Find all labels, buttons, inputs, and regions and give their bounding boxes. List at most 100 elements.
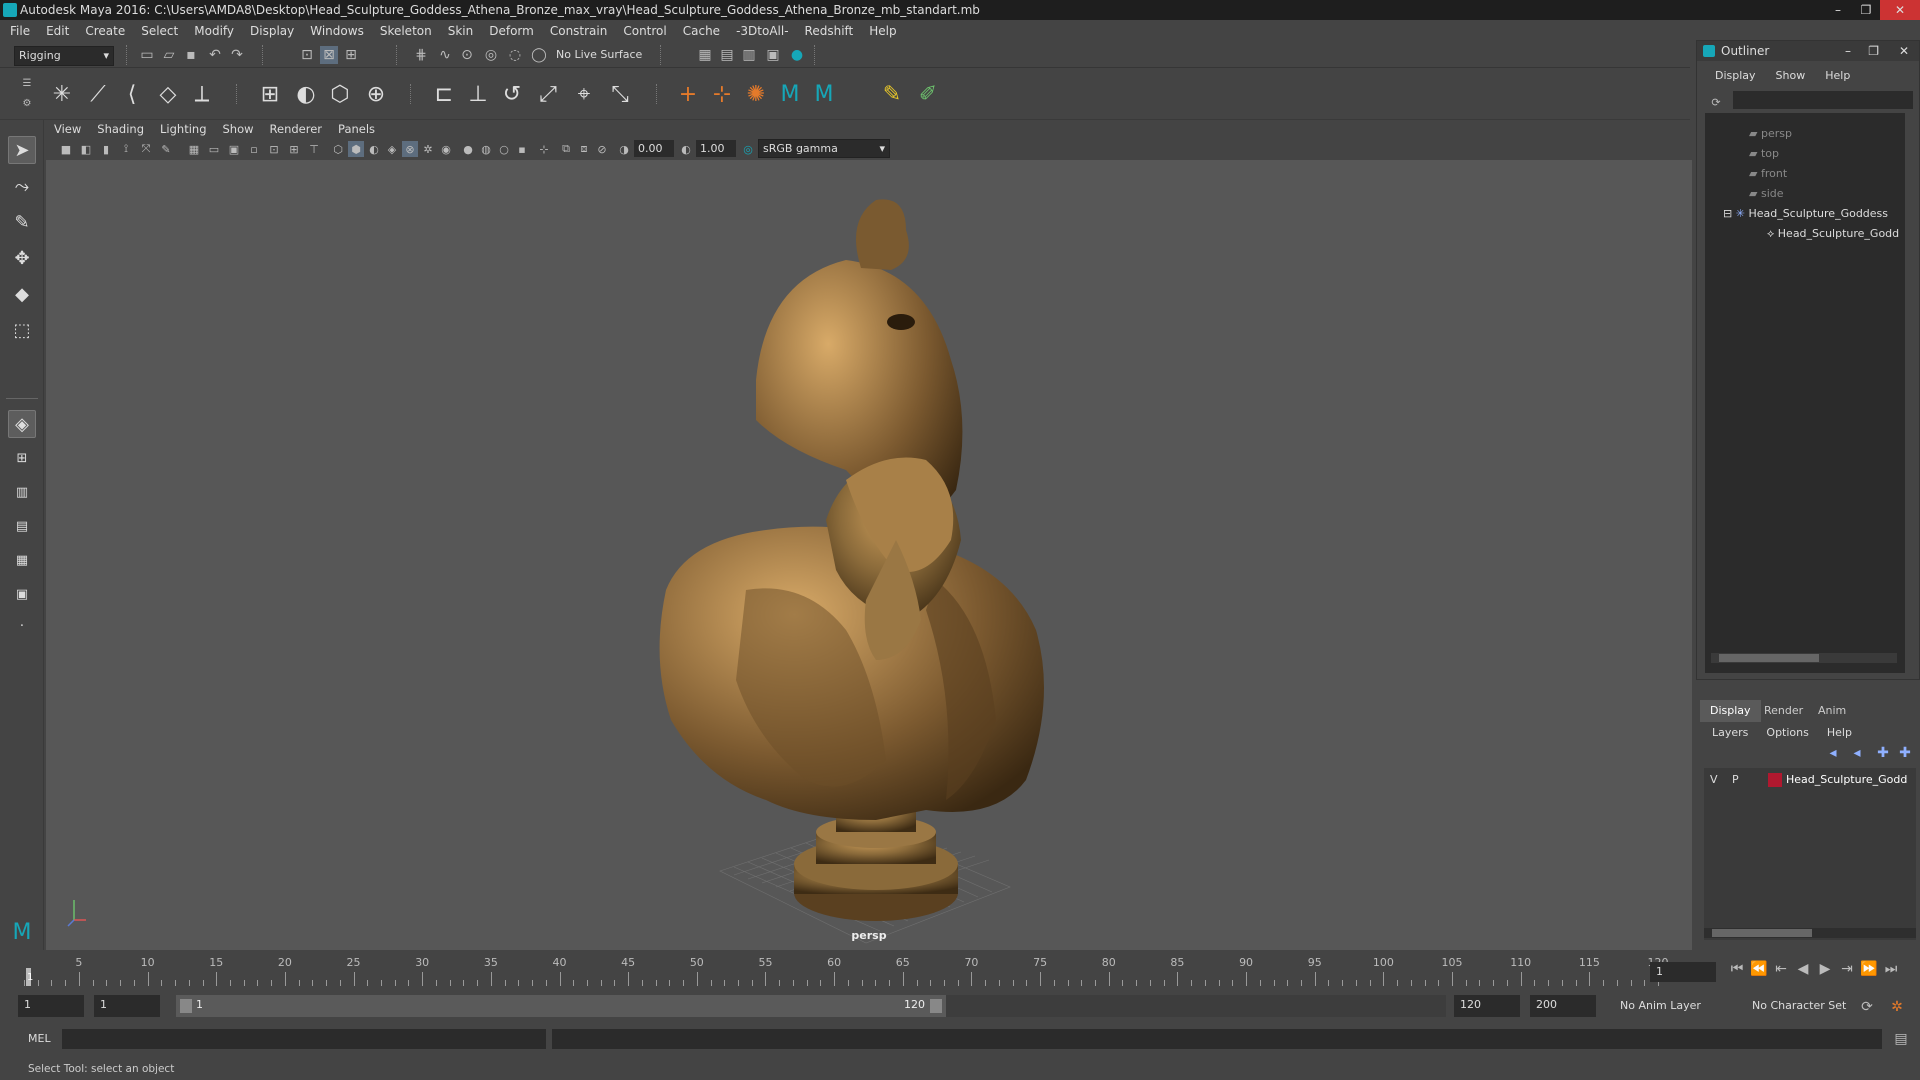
safe-action-icon[interactable]: ⊞: [286, 141, 302, 157]
panel-menu-show[interactable]: Show: [223, 122, 254, 136]
layer-hscrollbar[interactable]: [1704, 928, 1916, 938]
multisample-icon[interactable]: ◍: [478, 141, 494, 157]
paint-weights-icon[interactable]: ✎: [876, 78, 908, 110]
layer-color-swatch[interactable]: [1768, 773, 1782, 787]
exposure-field[interactable]: 0.00: [634, 140, 674, 157]
outliner-close-button[interactable]: ✕: [1899, 41, 1909, 61]
screen-space-ao-icon[interactable]: ◉: [438, 141, 454, 157]
cluster-icon[interactable]: ⊕: [360, 78, 392, 110]
go-to-end-icon[interactable]: ⏭: [1882, 960, 1900, 978]
outliner-menu-display[interactable]: Display: [1715, 69, 1756, 82]
safe-title-icon[interactable]: ⊤: [306, 141, 322, 157]
make-live-icon[interactable]: ◯: [530, 46, 548, 64]
color-management-icon[interactable]: ◎: [740, 141, 756, 157]
grid-icon[interactable]: ▦: [186, 141, 202, 157]
menu-skin[interactable]: Skin: [448, 24, 474, 38]
hik-character-icon[interactable]: M: [808, 78, 840, 110]
move-layer-down-icon[interactable]: ◂: [1848, 744, 1866, 762]
mel-label[interactable]: MEL: [28, 1032, 51, 1045]
snap-grid-icon[interactable]: ⋕: [412, 46, 430, 64]
2d-pan-zoom-icon[interactable]: ⤧: [138, 141, 154, 157]
outliner-item-persp[interactable]: ▰ persp: [1749, 127, 1792, 140]
custom-layout-icon[interactable]: ·: [8, 612, 36, 640]
textured-icon[interactable]: ◈: [384, 141, 400, 157]
outliner-item-mesh[interactable]: ⟡ Head_Sculpture_Godd: [1767, 227, 1899, 241]
animation-start-field[interactable]: 1: [18, 995, 84, 1017]
lattice-icon[interactable]: ⬡: [324, 78, 356, 110]
layer-menu-layers[interactable]: Layers: [1712, 726, 1748, 739]
step-forward-key-icon[interactable]: ⏩: [1860, 960, 1878, 978]
command-input[interactable]: [62, 1029, 546, 1049]
grease-pencil-icon[interactable]: ✎: [158, 141, 174, 157]
image-plane-icon[interactable]: ⟟: [118, 141, 134, 157]
new-layer-selected-icon[interactable]: ✚: [1896, 744, 1914, 762]
gamma-field[interactable]: 1.00: [696, 140, 736, 157]
wireframe-on-shaded-icon[interactable]: ◐: [366, 141, 382, 157]
tab-render[interactable]: Render: [1754, 700, 1813, 722]
orient-constraint-icon[interactable]: ↺: [496, 78, 528, 110]
character-set-dropdown[interactable]: No Character Set: [1752, 997, 1872, 1015]
snap-view-icon[interactable]: ◎: [482, 46, 500, 64]
playback-end-field[interactable]: 120: [1454, 995, 1520, 1017]
xray-active-icon[interactable]: ⧈: [576, 141, 592, 157]
parent-constraint-icon[interactable]: ⊏: [428, 78, 460, 110]
menu-display[interactable]: Display: [250, 24, 294, 38]
xray-joints-icon[interactable]: ⧉: [558, 141, 574, 157]
menu-modify[interactable]: Modify: [194, 24, 234, 38]
film-gate-icon[interactable]: ▭: [206, 141, 222, 157]
menu-help[interactable]: Help: [869, 24, 896, 38]
outliner-item-group[interactable]: ⊟ ✳ Head_Sculpture_Goddess: [1723, 207, 1888, 220]
graph-layout-icon[interactable]: ▤: [8, 512, 36, 540]
paint-select-tool-icon[interactable]: ✎: [8, 208, 36, 236]
gamma-icon[interactable]: ◐: [678, 141, 694, 157]
menu-3dtoall[interactable]: -3DtoAll-: [736, 24, 788, 38]
outliner-menu-show[interactable]: Show: [1776, 69, 1806, 82]
select-hierarchy-icon[interactable]: ⊡: [298, 46, 316, 64]
bind-skin-icon[interactable]: ⊞: [254, 78, 286, 110]
new-scene-icon[interactable]: ▭: [138, 46, 156, 64]
panel-menu-view[interactable]: View: [54, 122, 81, 136]
locator-icon[interactable]: +: [672, 78, 704, 110]
create-joints-icon[interactable]: ✳: [46, 78, 78, 110]
anim-prefs-icon[interactable]: ✲: [1888, 998, 1906, 1016]
bookmark-icon[interactable]: ▮: [98, 141, 114, 157]
camera-select-icon[interactable]: ■: [58, 141, 74, 157]
menu-edit[interactable]: Edit: [46, 24, 69, 38]
hik-icon[interactable]: M: [774, 78, 806, 110]
persp-outliner-layout-icon[interactable]: ▦: [8, 546, 36, 574]
use-all-lights-icon[interactable]: ⊗: [402, 141, 418, 157]
pole-vector-icon[interactable]: ⤡: [604, 78, 636, 110]
auto-key-icon[interactable]: ⟳: [1858, 998, 1876, 1016]
anim-layer-dropdown[interactable]: No Anim Layer: [1620, 997, 1740, 1015]
backface-icon[interactable]: ⊘: [594, 141, 610, 157]
panel-menu-lighting[interactable]: Lighting: [160, 122, 206, 136]
minimize-button[interactable]: –: [1824, 0, 1852, 20]
outliner-maximize-button[interactable]: ❐: [1868, 41, 1879, 61]
select-component-icon[interactable]: ⊞: [342, 46, 360, 64]
step-forward-frame-icon[interactable]: ⇥: [1838, 960, 1856, 978]
shelf-tab-icon[interactable]: ☰: [18, 74, 36, 92]
scale-constraint-icon[interactable]: ⤢: [532, 78, 564, 110]
camera-attributes-icon[interactable]: ◧: [78, 141, 94, 157]
outliner-search-input[interactable]: [1733, 91, 1913, 109]
insert-joint-icon[interactable]: ◇: [152, 78, 184, 110]
playback-start-field[interactable]: 1: [94, 995, 160, 1017]
tab-anim[interactable]: Anim: [1808, 700, 1856, 722]
exposure-icon[interactable]: ◑: [616, 141, 632, 157]
resolution-gate-icon[interactable]: ▣: [226, 141, 242, 157]
field-chart-icon[interactable]: ⊡: [266, 141, 282, 157]
set-driven-key-icon[interactable]: ✺: [740, 78, 772, 110]
shadows-icon[interactable]: ✲: [420, 141, 436, 157]
snap-point-icon[interactable]: ⊙: [458, 46, 476, 64]
move-tool-icon[interactable]: ✥: [8, 244, 36, 272]
shelf-settings-icon[interactable]: ⚙: [18, 94, 36, 112]
wireframe-icon[interactable]: ⬡: [330, 141, 346, 157]
menu-cache[interactable]: Cache: [683, 24, 720, 38]
colorspace-dropdown[interactable]: sRGB gamma ▾: [758, 139, 890, 158]
menu-constrain[interactable]: Constrain: [550, 24, 608, 38]
play-forwards-icon[interactable]: ▶: [1816, 960, 1834, 978]
select-object-icon[interactable]: ⊠: [320, 46, 338, 64]
ipr-render-icon[interactable]: ▥: [740, 46, 758, 64]
panel-menu-shading[interactable]: Shading: [97, 122, 144, 136]
time-slider[interactable]: 1 5 10 15 20 25 30 35 40 45 50 55 60 65 70 75 80 85 90 95 1…: [24, 950, 1669, 988]
